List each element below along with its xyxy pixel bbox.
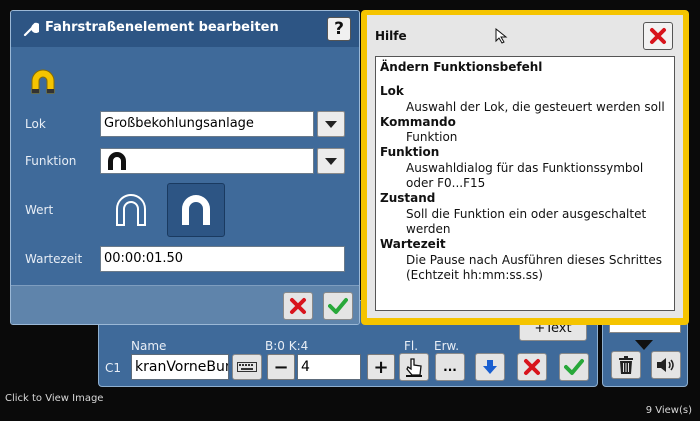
- help-heading: Ändern Funktionsbefehl: [380, 60, 543, 74]
- lok-label: Lok: [25, 117, 46, 131]
- mouse-cursor-icon: [495, 28, 508, 44]
- view-count: 9 View(s): [645, 405, 692, 416]
- screen: Name B:0 K:4 Fl. Erw. +Text C1 kranVorne…: [0, 0, 700, 421]
- wert-off-option[interactable]: [103, 183, 159, 237]
- decrement-button[interactable]: −: [267, 354, 295, 380]
- funktion-dropdown-button[interactable]: [317, 148, 345, 174]
- confirm-row-button[interactable]: [559, 353, 589, 381]
- trash-icon: [619, 356, 633, 374]
- help-title: Hilfe: [375, 29, 407, 43]
- name-column-header: Name: [131, 339, 167, 353]
- speaker-icon: [657, 358, 674, 372]
- extended-button[interactable]: ...: [435, 353, 465, 381]
- wartezeit-label: Wartezeit: [25, 252, 83, 266]
- hand-pointer-icon: [406, 358, 422, 377]
- help-panel: Hilfe Ändern Funktionsbefehl Lok Auswahl…: [361, 10, 689, 325]
- delete-row-button[interactable]: [517, 353, 547, 381]
- help-term-zustand: Zustand: [380, 191, 436, 206]
- name-input[interactable]: kranVorneBun: [131, 354, 229, 380]
- edit-route-element-dialog: Fahrstraßenelement bearbeiten ? Lok Groß…: [10, 10, 360, 325]
- help-close-button[interactable]: [643, 22, 673, 50]
- help-desc-wartezeit: Die Pause nach Ausführen dieses Schritte…: [406, 252, 662, 282]
- keyboard-button[interactable]: [232, 354, 262, 380]
- red-x-icon: [290, 298, 306, 314]
- chevron-down-icon: [325, 120, 337, 128]
- triangle-down-icon: [635, 340, 653, 350]
- arrow-down-icon: [483, 360, 497, 374]
- wert-label: Wert: [25, 203, 54, 217]
- help-term-funktion: Funktion: [380, 145, 440, 160]
- magnet-on-icon: [108, 152, 126, 170]
- trash-button[interactable]: [611, 351, 641, 379]
- lok-select[interactable]: Großbekohlungsanlage: [100, 111, 314, 137]
- wrench-icon: [23, 22, 39, 37]
- chevron-down-icon: [325, 157, 337, 165]
- view-image-link[interactable]: Click to View Image: [5, 393, 103, 404]
- help-panel-body: Hilfe Ändern Funktionsbefehl Lok Auswahl…: [367, 15, 683, 318]
- sound-button[interactable]: [651, 351, 681, 379]
- bk-column-header: B:0 K:4: [265, 339, 309, 353]
- row-label-c1: C1: [105, 361, 122, 375]
- help-term-kommando: Kommando: [380, 114, 456, 129]
- help-term-wartezeit: Wartezeit: [380, 237, 446, 252]
- number-input[interactable]: 4: [297, 354, 361, 380]
- green-check-icon: [564, 359, 584, 375]
- green-check-icon: [328, 298, 348, 314]
- wartezeit-input[interactable]: 00:00:01.50: [100, 246, 345, 272]
- help-desc-kommando: Funktion: [406, 130, 458, 145]
- help-desc-funktion: Auswahldialog für das Funktionssymbol od…: [406, 160, 644, 191]
- funktion-select[interactable]: [100, 148, 314, 174]
- help-content: Ändern Funktionsbefehl Lok Auswahl der L…: [375, 56, 675, 311]
- dialog-footer: [11, 285, 359, 324]
- lok-dropdown-button[interactable]: [317, 111, 345, 137]
- help-button[interactable]: ?: [327, 17, 351, 41]
- dialog-title: Fahrstraßenelement bearbeiten: [45, 20, 279, 35]
- function-button[interactable]: [399, 353, 429, 381]
- magnet-off-icon: [116, 194, 146, 226]
- cancel-button[interactable]: [283, 292, 313, 320]
- red-x-icon: [524, 359, 540, 375]
- dialog-header: Fahrstraßenelement bearbeiten ?: [11, 11, 359, 47]
- increment-button[interactable]: +: [367, 354, 395, 380]
- ok-button[interactable]: [323, 292, 353, 320]
- wert-on-option[interactable]: [167, 183, 225, 237]
- help-desc-lok: Auswahl der Lok, die gesteuert werden so…: [406, 99, 665, 114]
- fl-column-header: Fl.: [404, 339, 419, 353]
- funktion-label: Funktion: [25, 154, 77, 168]
- move-down-button[interactable]: [475, 353, 505, 381]
- keyboard-icon: [237, 362, 257, 372]
- erw-column-header: Erw.: [434, 339, 460, 353]
- magnet-icon: [31, 69, 55, 94]
- help-desc-zustand: Soll die Funktion ein oder ausgeschaltet…: [406, 206, 647, 236]
- help-term-lok: Lok: [380, 84, 404, 99]
- close-icon: [650, 28, 666, 44]
- magnet-on-white-icon: [182, 195, 210, 225]
